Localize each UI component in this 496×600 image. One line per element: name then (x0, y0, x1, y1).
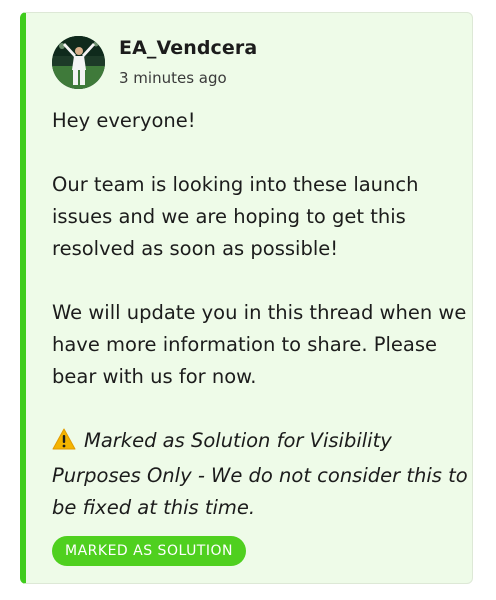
post-timestamp: 3 minutes ago (119, 69, 227, 87)
solution-note: Marked as Solution for Visibility Purpos… (52, 425, 468, 524)
post-paragraph: Hey everyone! (52, 109, 196, 132)
warning-icon (52, 428, 76, 460)
post-body: Hey everyone! Our team is looking into t… (52, 105, 468, 556)
author-name[interactable]: EA_Vendcera (119, 37, 257, 59)
marked-as-solution-badge[interactable]: MARKED AS SOLUTION (52, 536, 246, 566)
solution-note-text: Marked as Solution for Visibility Purpos… (52, 429, 468, 519)
avatar[interactable] (52, 36, 105, 89)
solution-post-card: EA_Vendcera 3 minutes ago Hey everyone! … (20, 12, 473, 584)
avatar-icon (52, 36, 105, 89)
post-paragraph: Our team is looking into these launch is… (52, 173, 419, 260)
post-paragraph: We will update you in this thread when w… (52, 301, 467, 388)
